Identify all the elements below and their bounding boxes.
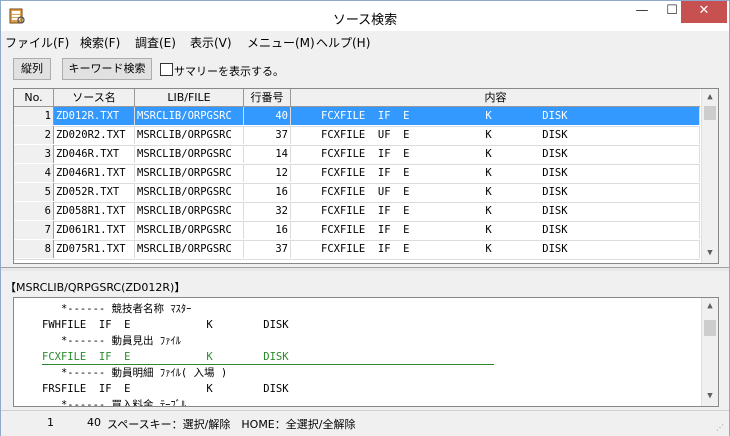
source-name-cell: ZD052R.TXT — [54, 183, 135, 201]
line-number-cell: 14 — [244, 145, 291, 163]
table-row[interactable]: 3 ZD046R.TXT MSRCLIB/ORPGSRC 14 FCXFILE IF E… — [14, 145, 700, 165]
source-name-cell: ZD058R1.TXT — [54, 202, 135, 220]
row-number-cell: 8 — [14, 240, 54, 258]
source-line: FRSFILE IF E K DISK — [42, 383, 289, 395]
highlight-underline — [42, 364, 494, 365]
table-row[interactable]: 1 ZD012R.TXT MSRCLIB/ORPGSRC 40 FCXFILE IF E… — [14, 107, 700, 127]
detail-path-label: 【MSRCLIB/QRPGSRC(ZD012R)】 — [5, 281, 186, 294]
content-cell: FCXFILE IF E K DISK — [291, 107, 700, 125]
content-cell: FCXFILE IF E K DISK — [291, 221, 700, 239]
summary-checkbox[interactable] — [160, 63, 173, 76]
window-title: ソース検索 — [332, 13, 398, 28]
content-cell: FCXFILE IF E K DISK — [291, 164, 700, 182]
source-line: *------ 競技者名称 ﾏｽﾀｰ — [42, 303, 192, 315]
line-number-cell: 16 — [244, 183, 291, 201]
menu-search[interactable]: 検索(F) — [80, 34, 120, 51]
line-number-cell: 32 — [244, 202, 291, 220]
status-bar: 1 40 スペースキー：選択/解除 HOME：全選択/全解除 ⋰ — [1, 410, 729, 436]
menu-help[interactable]: ヘルプ(H) — [316, 34, 370, 51]
column-header-content[interactable]: 内容 — [291, 89, 700, 106]
source-name-cell: ZD012R.TXT — [54, 107, 135, 125]
title-bar: ソース検索 — ☐ ✕ — [1, 1, 729, 31]
toolbar: 縦列 キーワード検索 サマリーを表示する。 — [1, 55, 729, 83]
table-row[interactable]: 2 ZD020R2.TXT MSRCLIB/ORPGSRC 37 FCXFILE UF … — [14, 126, 700, 146]
lib-file-cell: MSRCLIB/ORPGSRC — [135, 126, 244, 144]
source-detail-pane: *------ 競技者名称 ﾏｽﾀｰ FWHFILE IF E K DISK *-… — [13, 297, 719, 407]
source-line: *------ 動員見出 ﾌｧｲﾙ — [42, 335, 181, 347]
line-number-cell: 37 — [244, 240, 291, 258]
results-grid: No. ソース名 LIB/FILE 行番号 内容 1 ZD012R.TXT MSRC… — [13, 88, 719, 264]
source-line: *------ 動員明細 ﾌｧｲﾙ( 入場 ) — [42, 367, 228, 379]
source-name-cell: ZD061R1.TXT — [54, 221, 135, 239]
source-name-cell: ZD046R1.TXT — [54, 164, 135, 182]
lib-file-cell: MSRCLIB/ORPGSRC — [135, 145, 244, 163]
source-name-cell: ZD075R1.TXT — [54, 240, 135, 258]
row-number-cell: 4 — [14, 164, 54, 182]
row-number-cell: 3 — [14, 145, 54, 163]
source-name-cell: ZD046R.TXT — [54, 145, 135, 163]
grid-scrollbar[interactable]: ▲ ▼ — [701, 89, 718, 263]
pane-splitter[interactable] — [1, 267, 729, 271]
table-row[interactable]: 7 ZD061R1.TXT MSRCLIB/ORPGSRC 16 FCXFILE IF … — [14, 221, 700, 241]
detail-scroll-down-arrow-icon[interactable]: ▼ — [702, 388, 718, 404]
grid-header: No. ソース名 LIB/FILE 行番号 内容 — [14, 89, 700, 107]
menu-file[interactable]: ファイル(F) — [5, 34, 69, 51]
line-number-cell: 37 — [244, 126, 291, 144]
lib-file-cell: MSRCLIB/ORPGSRC — [135, 107, 244, 125]
row-number-cell: 1 — [14, 107, 54, 125]
status-row-number: 1 — [47, 416, 54, 429]
column-header-no[interactable]: No. — [14, 89, 54, 106]
menu-menu[interactable]: メニュー(M) — [247, 34, 315, 51]
summary-checkbox-label: サマリーを表示する。 — [174, 65, 284, 78]
row-number-cell: 5 — [14, 183, 54, 201]
content-cell: FCXFILE IF E K DISK — [291, 145, 700, 163]
table-row[interactable]: 6 ZD058R1.TXT MSRCLIB/ORPGSRC 32 FCXFILE IF … — [14, 202, 700, 222]
table-row[interactable]: 5 ZD052R.TXT MSRCLIB/ORPGSRC 16 FCXFILE UF E… — [14, 183, 700, 203]
keyword-search-button[interactable]: キーワード検索 — [62, 58, 152, 80]
lib-file-cell: MSRCLIB/ORPGSRC — [135, 202, 244, 220]
content-cell: FCXFILE UF E K DISK — [291, 183, 700, 201]
lib-file-cell: MSRCLIB/ORPGSRC — [135, 240, 244, 258]
table-row[interactable]: 8 ZD075R1.TXT MSRCLIB/ORPGSRC 37 FCXFILE IF … — [14, 240, 700, 260]
row-number-cell: 2 — [14, 126, 54, 144]
source-line: FWHFILE IF E K DISK — [42, 319, 289, 331]
content-cell: FCXFILE UF E K DISK — [291, 126, 700, 144]
resize-grip-icon[interactable]: ⋰ — [716, 423, 726, 433]
scroll-up-arrow-icon[interactable]: ▲ — [702, 89, 718, 105]
lib-file-cell: MSRCLIB/ORPGSRC — [135, 183, 244, 201]
status-hint: スペースキー：選択/解除 HOME：全選択/全解除 — [107, 418, 356, 431]
menu-view[interactable]: 表示(V) — [190, 34, 232, 51]
source-line: *------ 買入料金 ﾃｰﾌﾞﾙ — [42, 399, 187, 407]
detail-scroll-up-arrow-icon[interactable]: ▲ — [702, 298, 718, 314]
row-number-cell: 7 — [14, 221, 54, 239]
column-header-lib[interactable]: LIB/FILE — [135, 89, 244, 106]
lib-file-cell: MSRCLIB/ORPGSRC — [135, 164, 244, 182]
table-row[interactable]: 4 ZD046R1.TXT MSRCLIB/ORPGSRC 12 FCXFILE IF … — [14, 164, 700, 184]
column-button[interactable]: 縦列 — [13, 58, 51, 80]
column-header-source[interactable]: ソース名 — [54, 89, 135, 106]
content-cell: FCXFILE IF E K DISK — [291, 202, 700, 220]
line-number-cell: 12 — [244, 164, 291, 182]
row-number-cell: 6 — [14, 202, 54, 220]
line-number-cell: 40 — [244, 107, 291, 125]
highlighted-source-line: FCXFILE IF E K DISK — [42, 351, 289, 363]
content-cell: FCXFILE IF E K DISK — [291, 240, 700, 258]
minimize-button[interactable]: — — [627, 1, 657, 23]
menu-investigate[interactable]: 調査(E) — [135, 34, 176, 51]
detail-scroll-thumb[interactable] — [704, 320, 716, 336]
lib-file-cell: MSRCLIB/ORPGSRC — [135, 221, 244, 239]
scroll-down-arrow-icon[interactable]: ▼ — [702, 245, 718, 261]
line-number-cell: 16 — [244, 221, 291, 239]
detail-scrollbar[interactable]: ▲ ▼ — [701, 298, 718, 406]
scroll-thumb[interactable] — [704, 106, 716, 120]
close-button[interactable]: ✕ — [681, 1, 727, 23]
main-window: ソース検索 — ☐ ✕ ファイル(F) 検索(F) 調査(E) 表示(V) メニ… — [0, 0, 730, 436]
column-header-line[interactable]: 行番号 — [244, 89, 291, 106]
menu-bar: ファイル(F) 検索(F) 調査(E) 表示(V) メニュー(M) ヘルプ(H) — [1, 31, 729, 51]
source-name-cell: ZD020R2.TXT — [54, 126, 135, 144]
status-line-number: 40 — [87, 416, 101, 429]
